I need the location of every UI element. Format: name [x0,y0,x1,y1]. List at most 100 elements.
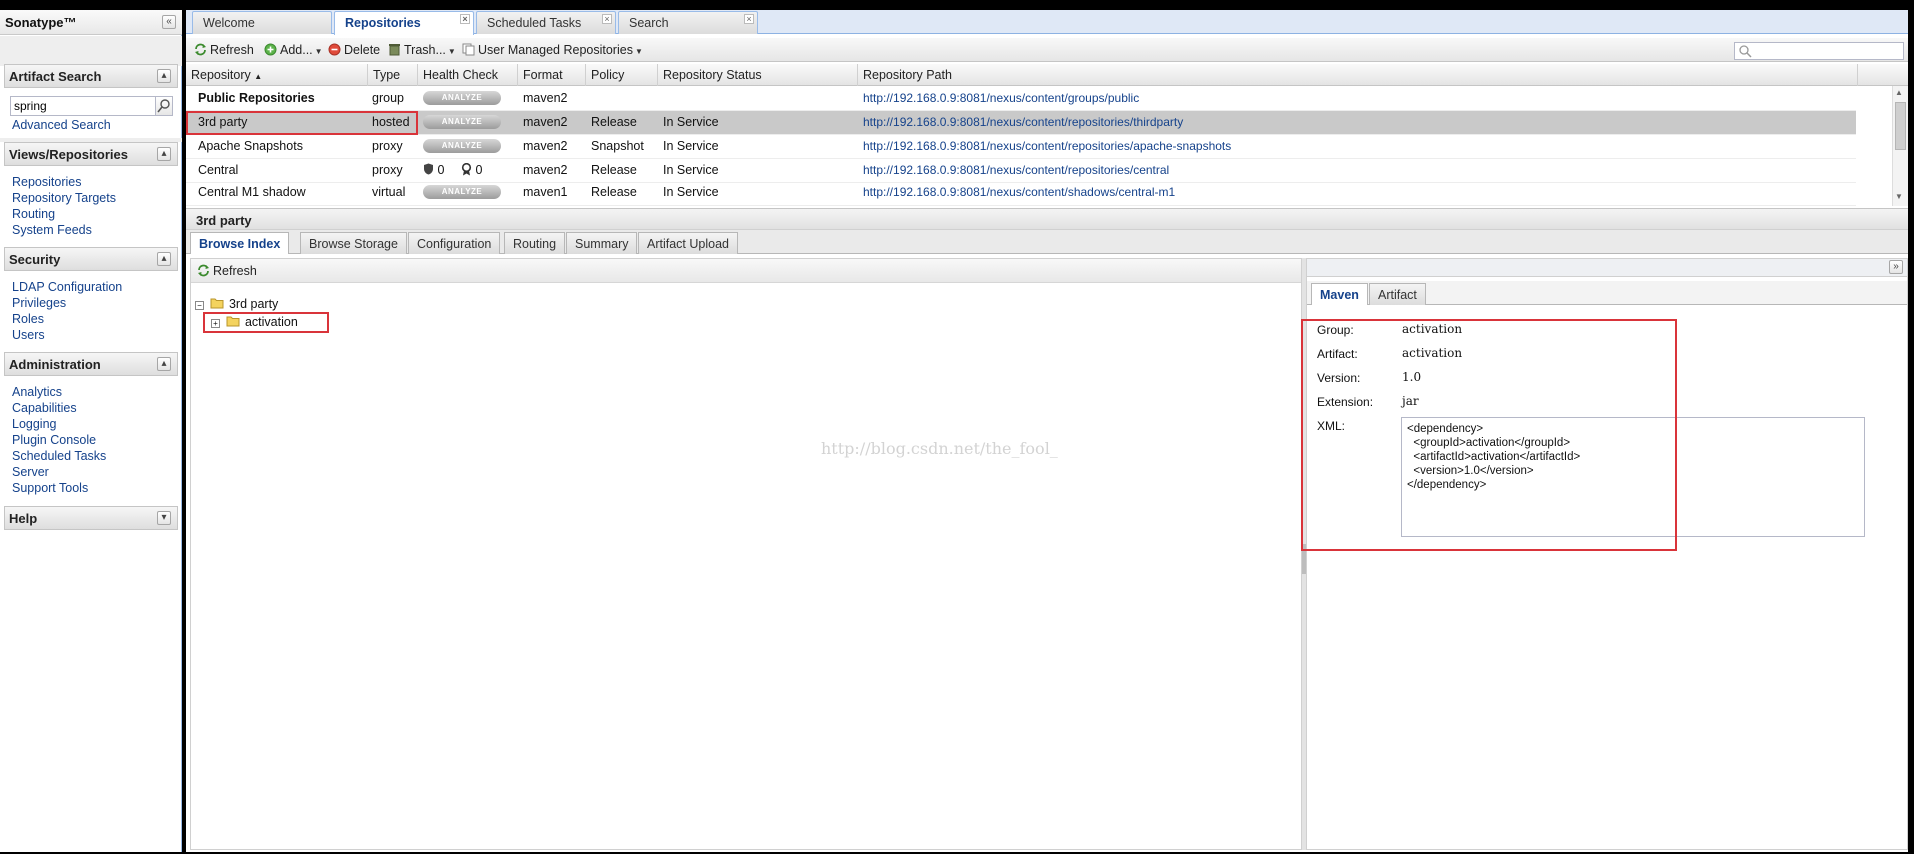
tab-artifact-upload[interactable]: Artifact Upload [638,232,738,254]
views-repositories-header[interactable]: Views/Repositories ▴ [4,142,178,166]
repo-name: Public Repositories [198,91,315,105]
nav-logging[interactable]: Logging [12,417,57,431]
tab-browse-index[interactable]: Browse Index [190,232,290,254]
tab-welcome[interactable]: Welcome [192,11,332,34]
column-repository-path[interactable]: Repository Path [858,64,1858,86]
scroll-down-icon[interactable]: ▼ [1895,192,1903,201]
nav-support-tools[interactable]: Support Tools [12,481,88,495]
tab-summary[interactable]: Summary [566,232,638,254]
tab-search[interactable]: Search × [618,11,758,34]
collapse-administration-icon[interactable]: ▴ [157,357,171,371]
help-header[interactable]: Help ▾ [4,506,178,530]
security-header[interactable]: Security ▴ [4,247,178,271]
tab-artifact[interactable]: Artifact [1369,283,1426,305]
collapse-artifact-search-icon[interactable]: ▴ [157,69,171,83]
table-row[interactable]: Public Repositories group ANALYZE maven2… [186,87,1856,111]
tab-repositories[interactable]: Repositories × [334,11,474,35]
tab-routing-label: Routing [513,237,557,251]
nav-routing[interactable]: Routing [12,207,55,221]
table-row[interactable]: 3rd party hosted ANALYZE maven2 Release … [186,111,1856,135]
table-row[interactable]: Apache Snapshots proxy ANALYZE maven2 Sn… [186,135,1856,159]
close-tab-icon[interactable]: × [744,14,754,24]
close-tab-icon[interactable]: × [460,14,470,24]
collapse-security-icon[interactable]: ▴ [157,252,171,266]
nav-repository-targets[interactable]: Repository Targets [12,191,116,205]
close-tab-icon[interactable]: × [602,14,612,24]
repo-path-link[interactable]: http://192.168.0.9:8081/nexus/content/gr… [863,91,1139,105]
tree-node-root[interactable]: − 3rd party [195,297,278,311]
column-format[interactable]: Format [518,64,586,86]
column-repository[interactable]: Repository ▲ [186,64,368,86]
collapse-node-icon[interactable]: − [195,301,204,310]
column-type[interactable]: Type [368,64,418,86]
nav-repositories[interactable]: Repositories [12,175,81,189]
tab-browse-storage[interactable]: Browse Storage [300,232,407,254]
collapse-sidebar-button[interactable]: « [162,15,176,29]
nav-capabilities[interactable]: Capabilities [12,401,77,415]
tab-maven[interactable]: Maven [1311,283,1368,305]
tree-node-activation[interactable]: + activation [211,315,298,329]
delete-button[interactable]: Delete [328,43,380,57]
filter-input[interactable] [1734,42,1904,60]
nav-server[interactable]: Server [12,465,49,479]
administration-header[interactable]: Administration ▴ [4,352,178,376]
nav-privileges[interactable]: Privileges [12,296,66,310]
expand-help-icon[interactable]: ▾ [157,511,171,525]
column-policy-label: Policy [591,68,625,82]
repo-path-link[interactable]: http://192.168.0.9:8081/nexus/content/sh… [863,185,1175,199]
artifact-search-input[interactable] [10,96,156,116]
search-button[interactable] [155,96,173,116]
xml-textarea[interactable]: <dependency> <groupId>activation</groupI… [1401,417,1865,537]
scroll-up-icon[interactable]: ▲ [1895,88,1903,97]
repo-path-link[interactable]: http://192.168.0.9:8081/nexus/content/re… [863,163,1169,177]
tree-refresh-button[interactable]: Refresh [197,264,257,278]
maven-tabstrip: Maven Artifact [1307,281,1907,305]
analyze-button[interactable]: ANALYZE [423,115,501,129]
license-count[interactable]: 0 [461,162,482,177]
nav-plugin-console[interactable]: Plugin Console [12,433,96,447]
repo-format: maven2 [523,115,568,129]
tab-browse-index-label: Browse Index [199,237,281,251]
table-row[interactable]: Central M1 shadow virtual ANALYZE maven1… [186,183,1856,206]
trash-button[interactable]: Trash... ▼ [388,43,456,57]
security-count[interactable]: 0 [423,163,444,177]
collapse-right-panel-icon[interactable]: » [1889,260,1903,274]
table-row[interactable]: Central proxy 0 0 maven2 Release In Serv… [186,159,1856,183]
nav-ldap-configuration[interactable]: LDAP Configuration [12,280,122,294]
tab-routing[interactable]: Routing [504,232,566,254]
scrollbar-thumb[interactable] [1895,102,1906,150]
nav-users[interactable]: Users [12,328,45,342]
column-health-check[interactable]: Health Check [418,64,518,86]
nav-system-feeds[interactable]: System Feeds [12,223,92,237]
collapse-views-icon[interactable]: ▴ [157,147,171,161]
user-managed-repositories-button[interactable]: User Managed Repositories ▼ [462,43,643,57]
analyze-button[interactable]: ANALYZE [423,139,501,153]
expand-node-icon[interactable]: + [211,319,220,328]
nav-gap [0,36,182,66]
tree-root-label: 3rd party [228,297,279,311]
artifact-search-header[interactable]: Artifact Search ▴ [4,64,178,88]
copy-icon [462,43,475,56]
tab-configuration[interactable]: Configuration [408,232,501,254]
repo-policy: Snapshot [591,139,644,153]
tab-scheduled-tasks[interactable]: Scheduled Tasks × [476,11,616,34]
repo-format: maven2 [523,91,568,105]
add-icon [264,43,277,56]
add-button[interactable]: Add... ▼ [264,43,323,57]
nav-analytics[interactable]: Analytics [12,385,62,399]
repo-path-link[interactable]: http://192.168.0.9:8081/nexus/content/re… [863,115,1183,129]
repo-path-link[interactable]: http://192.168.0.9:8081/nexus/content/re… [863,139,1231,153]
maven-info-panel: » Maven Artifact Group: activation Artif… [1301,258,1908,850]
grid-scrollbar[interactable]: ▲ ▼ [1892,86,1908,206]
repo-name: 3rd party [198,115,248,129]
analyze-button[interactable]: ANALYZE [423,91,501,105]
analyze-button[interactable]: ANALYZE [423,185,501,199]
nav-scheduled-tasks[interactable]: Scheduled Tasks [12,449,106,463]
column-policy[interactable]: Policy [586,64,658,86]
advanced-search-link[interactable]: Advanced Search [12,118,111,132]
nav-roles[interactable]: Roles [12,312,44,326]
refresh-button[interactable]: Refresh [194,43,254,57]
column-repository-status[interactable]: Repository Status [658,64,858,86]
sort-asc-icon: ▲ [254,72,263,81]
column-type-label: Type [373,68,401,82]
